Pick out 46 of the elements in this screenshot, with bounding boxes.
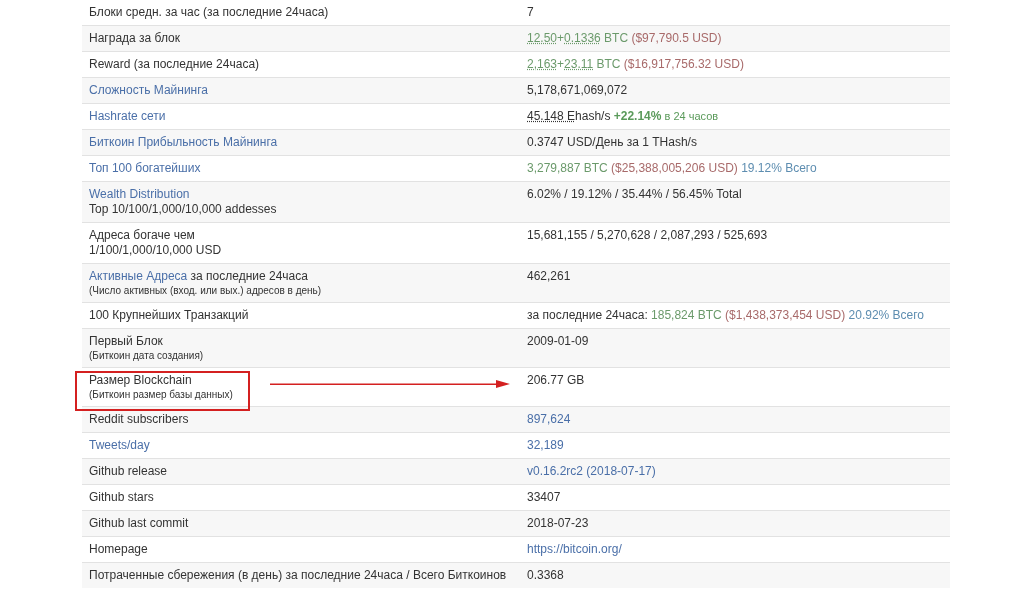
row-label: Потраченные сбережения (в день) за последние 24часа / Всего Биткоинов [89, 568, 507, 583]
row-label-link[interactable]: Tweets/day [89, 438, 150, 453]
row-value: 15,681,155 / 5,270,628 / 2,087,293 / 525,693 [527, 228, 768, 243]
row-note: (Число активных (вход. или вых.) адресов в день) [89, 284, 322, 297]
row-label: Активные Адреса за последние 24часа [89, 269, 308, 284]
row-value: 2009-01-09 [527, 334, 589, 349]
row-label: 100 Крупнейших Транзакций [89, 308, 249, 323]
value-link[interactable]: https://bitcoin.org/ [527, 542, 622, 557]
row-value: 2018-07-23 [527, 516, 589, 531]
row-label: Homepage [89, 542, 148, 557]
row-label: Github release [89, 464, 168, 479]
row-label: Github stars [89, 490, 154, 505]
row-label-link[interactable]: Wealth Distribution [89, 187, 190, 202]
row-value: 3,279,887 BTC ($25,388,005,206 USD) 19.12% Всего [527, 161, 817, 176]
row-value: 206.77 GB [527, 373, 585, 388]
link[interactable]: Активные Адреса [89, 269, 188, 283]
row-label: Адреса богаче чем [89, 228, 195, 243]
row-label: 1/100/1,000/10,000 USD [89, 243, 222, 258]
row-label: Первый Блок [89, 334, 163, 349]
row-note: (Биткоин размер базы данных) [89, 388, 233, 401]
value-link[interactable]: 32,189 [527, 438, 564, 453]
row-value: за последние 24часа: 185,824 BTC ($1,438,373,454 USD) 20.92% Всего [527, 308, 925, 323]
row-label-link[interactable]: Топ 100 богатейших [89, 161, 201, 176]
row-label: Награда за блок [89, 31, 180, 46]
row-value: 33407 [527, 490, 561, 505]
row-label: Reward (за последние 24часа) [89, 57, 260, 72]
row-label: Top 10/100/1,000/10,000 addesses [89, 202, 277, 217]
row-value: 45.148 Ehash/s +22.14% в 24 часов [527, 109, 719, 124]
row-value: 5,178,671,069,072 [527, 83, 628, 98]
row-label: Блоки средн. за час (за последние 24часа) [89, 5, 329, 20]
row-value: 0.3368 [527, 568, 564, 583]
row-value: 7 [527, 5, 534, 20]
row-note: (Биткоин дата создания) [89, 349, 204, 362]
row-value: 6.02% / 19.12% / 35.44% / 56.45% Total [527, 187, 742, 202]
value-link[interactable]: v0.16.2rc2 (2018-07-17) [527, 464, 656, 479]
row-label: Reddit subscribers [89, 412, 189, 427]
row-value: 462,261 [527, 269, 571, 284]
row-value: 12.50+0.1336 BTC ($97,790.5 USD) [527, 31, 722, 46]
row-value: 0.3747 USD/День за 1 THash/s [527, 135, 697, 150]
row-label-link[interactable]: Биткоин Прибыльность Майнинга [89, 135, 278, 150]
row-label-link[interactable]: Сложность Майнинга [89, 83, 208, 98]
row-label-link[interactable]: Hashrate сети [89, 109, 166, 124]
row-label: Github last commit [89, 516, 189, 531]
row-label: Размер Blockchain [89, 373, 192, 388]
value-link[interactable]: 897,624 [527, 412, 571, 427]
row-value: 2,163+23.11 BTC ($16,917,756.32 USD) [527, 57, 744, 72]
